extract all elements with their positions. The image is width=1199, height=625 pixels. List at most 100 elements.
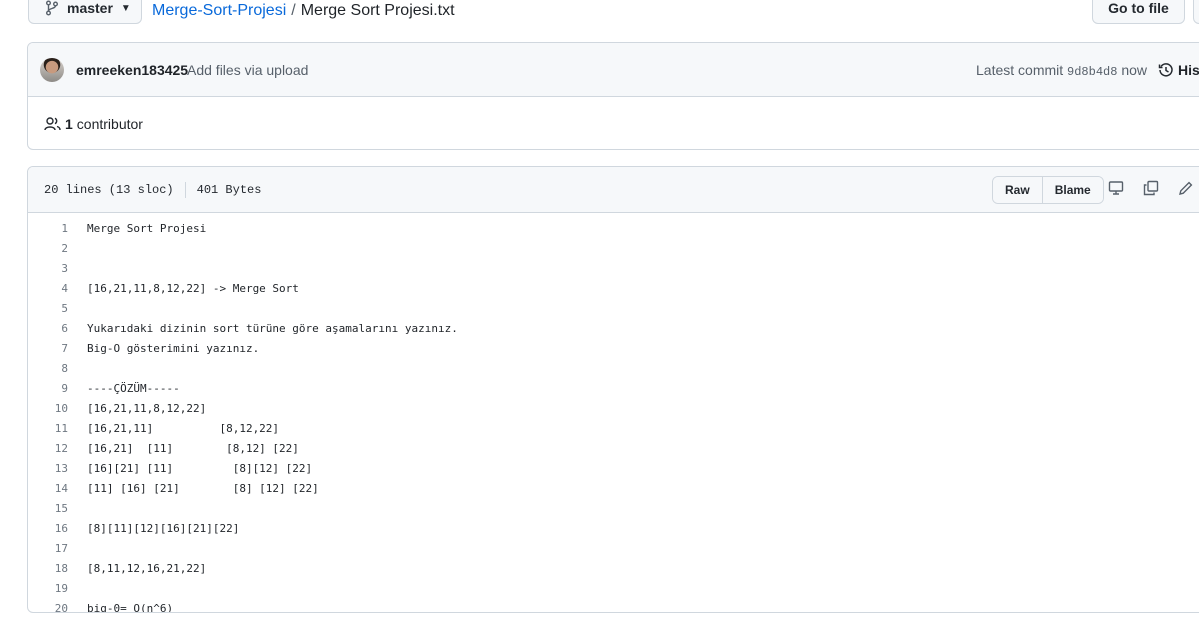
code-line: 8 <box>28 359 1199 379</box>
file-info-divider <box>184 182 186 198</box>
line-content: ----ÇÖZÜM----- <box>87 382 180 395</box>
line-number[interactable]: 12 <box>28 439 68 459</box>
code-line: 13 [16][21] [11] [8][12] [22] <box>28 459 1199 479</box>
code-area: 1 Merge Sort Projesi 2 3 4 [16,21,11,8,12,22]… <box>28 213 1199 613</box>
line-content: [11] [16] [21] [8] [12] [22] <box>87 482 319 495</box>
line-content: [8,11,12,16,21,22] <box>87 562 207 575</box>
contributors-count: 1 <box>65 116 73 132</box>
latest-commit-info: Latest commit 9d8b4d8 now <box>976 62 1147 79</box>
code-line: 18 [8,11,12,16,21,22] <box>28 559 1199 579</box>
git-branch-icon <box>46 0 58 16</box>
line-number[interactable]: 1 <box>28 219 68 239</box>
line-number[interactable]: 9 <box>28 379 68 399</box>
code-line: 11 [16,21,11] [8,12,22] <box>28 419 1199 439</box>
code-line: 1 Merge Sort Projesi <box>28 219 1199 239</box>
breadcrumb-separator: / <box>291 2 296 19</box>
line-number[interactable]: 20 <box>28 599 68 612</box>
line-content: [16,21,11] [8,12,22] <box>87 422 280 435</box>
line-number[interactable]: 17 <box>28 539 68 559</box>
line-number[interactable]: 6 <box>28 319 68 339</box>
breadcrumb-repo-link[interactable]: Merge-Sort-Projesi <box>152 2 286 19</box>
code-line: 6 Yukarıdaki dizinin sort türüne göre aşa… <box>28 319 1199 339</box>
line-content: Yukarıdaki dizinin sort türüne göre aşam… <box>87 322 458 335</box>
raw-button[interactable]: Raw <box>993 177 1042 203</box>
file-viewer: 20 lines (13 sloc) 401 Bytes Raw Blame 1… <box>27 166 1199 613</box>
code-line: 7 Big-O gösterimini yazınız. <box>28 339 1199 359</box>
blame-button[interactable]: Blame <box>1041 177 1103 203</box>
code-line: 15 <box>28 499 1199 519</box>
contributors-row: 1 contributor <box>28 97 1199 149</box>
go-to-file-button[interactable]: Go to file <box>1092 0 1185 24</box>
line-content: Merge Sort Projesi <box>87 222 207 235</box>
latest-commit-row: emreeken183425 Add files via upload Late… <box>28 43 1199 97</box>
line-content <box>68 239 87 259</box>
pencil-icon[interactable] <box>1178 180 1194 200</box>
desktop-icon[interactable] <box>1108 180 1124 200</box>
code-line: 4 [16,21,11,8,12,22] -> Merge Sort <box>28 279 1199 299</box>
file-header: 20 lines (13 sloc) 401 Bytes Raw Blame <box>28 167 1199 213</box>
line-number[interactable]: 4 <box>28 279 68 299</box>
breadcrumb-filename: Merge Sort Projesi.txt <box>300 2 455 19</box>
line-content: [16,21,11,8,12,22] <box>87 402 207 415</box>
commit-message[interactable]: Add files via upload <box>187 62 308 78</box>
file-info: 20 lines (13 sloc) 401 Bytes <box>44 182 261 198</box>
code-line: 20 big-0= O(n^6) <box>28 599 1199 613</box>
line-number[interactable]: 5 <box>28 299 68 319</box>
code-line: 12 [16,21] [11] [8,12] [22] <box>28 439 1199 459</box>
line-content <box>68 359 87 379</box>
line-content <box>68 259 87 279</box>
line-content: [16,21,11,8,12,22] -> Merge Sort <box>87 282 299 295</box>
top-bar: master ▼ Merge-Sort-Projesi / Merge Sort P… <box>0 0 1199 26</box>
copy-icon[interactable] <box>1143 180 1159 200</box>
line-number[interactable]: 14 <box>28 479 68 499</box>
raw-blame-button-group: Raw Blame <box>992 176 1104 204</box>
line-number[interactable]: 8 <box>28 359 68 379</box>
line-content: big-0= O(n^6) <box>87 602 174 613</box>
commit-time: now <box>1121 62 1148 78</box>
line-number[interactable]: 19 <box>28 579 68 599</box>
line-content: [8][11][12][16][21][22] <box>87 522 240 535</box>
commit-box: emreeken183425 Add files via upload Late… <box>27 42 1199 150</box>
contributors-link[interactable]: 1 contributor <box>44 116 143 132</box>
code-line: 10 [16,21,11,8,12,22] <box>28 399 1199 419</box>
line-number[interactable]: 15 <box>28 499 68 519</box>
contributors-label: contributor <box>76 116 143 132</box>
file-line-count: 20 lines (13 sloc) <box>44 183 174 197</box>
code-line: 9 ----ÇÖZÜM----- <box>28 379 1199 399</box>
line-content <box>68 539 87 559</box>
code-line: 17 <box>28 539 1199 559</box>
line-content <box>68 579 87 599</box>
commit-sha-link[interactable]: 9d8b4d8 <box>1067 65 1117 79</box>
line-content <box>68 299 87 319</box>
code-line: 16 [8][11][12][16][21][22] <box>28 519 1199 539</box>
commit-author[interactable]: emreeken183425 <box>76 62 188 78</box>
author-avatar[interactable] <box>40 58 64 82</box>
line-content: Big-O gösterimini yazınız. <box>87 342 260 355</box>
line-number[interactable]: 3 <box>28 259 68 279</box>
line-number[interactable]: 10 <box>28 399 68 419</box>
history-link[interactable]: History <box>1158 62 1199 78</box>
branch-selector-button[interactable]: master ▼ <box>28 0 142 24</box>
breadcrumb: Merge-Sort-Projesi / Merge Sort Projesi.tx… <box>152 1 455 21</box>
latest-commit-label: Latest commit <box>976 62 1064 78</box>
line-content: [16][21] [11] [8][12] [22] <box>87 462 313 475</box>
line-number[interactable]: 16 <box>28 519 68 539</box>
line-number[interactable]: 13 <box>28 459 68 479</box>
line-number[interactable]: 11 <box>28 419 68 439</box>
line-number[interactable]: 2 <box>28 239 68 259</box>
code-line: 3 <box>28 259 1199 279</box>
line-number[interactable]: 18 <box>28 559 68 579</box>
people-icon <box>44 117 61 131</box>
caret-down-icon: ▼ <box>120 2 131 14</box>
code-line: 5 <box>28 299 1199 319</box>
branch-name: master <box>67 0 113 16</box>
code-line: 14 [11] [16] [21] [8] [12] [22] <box>28 479 1199 499</box>
line-number[interactable]: 7 <box>28 339 68 359</box>
more-options-button[interactable] <box>1193 0 1199 24</box>
file-size: 401 Bytes <box>196 183 262 197</box>
code-line: 19 <box>28 579 1199 599</box>
history-icon <box>1158 63 1173 77</box>
line-content: [16,21] [11] [8,12] [22] <box>87 442 299 455</box>
history-label: History <box>1178 62 1199 78</box>
line-content <box>68 499 87 519</box>
